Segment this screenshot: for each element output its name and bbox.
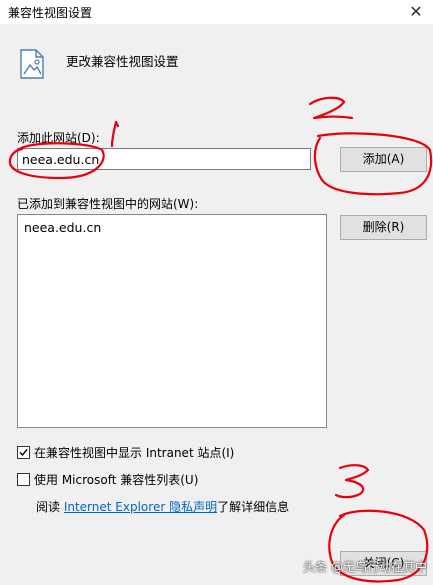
privacy-prefix: 阅读 xyxy=(36,500,64,514)
annotation-number-3 xyxy=(334,464,370,499)
watermark: 头条 @无鸟行动在其中 xyxy=(303,560,427,574)
title-bar: 兼容性视图设置 ✕ xyxy=(0,0,433,24)
annotation-number-1 xyxy=(110,120,120,148)
header-title: 更改兼容性视图设置 xyxy=(66,54,179,69)
window-title: 兼容性视图设置 xyxy=(8,6,93,20)
document-image-icon xyxy=(18,48,46,80)
checkmark-icon xyxy=(19,449,28,457)
intranet-checkbox-label[interactable]: 在兼容性视图中显示 Intranet 站点(I) xyxy=(34,444,234,461)
ms-list-checkbox-label[interactable]: 使用 Microsoft 兼容性列表(U) xyxy=(34,471,198,488)
annotation-number-2 xyxy=(308,96,354,120)
remove-button[interactable]: 删除(R) xyxy=(340,215,427,240)
privacy-suffix: 了解详细信息 xyxy=(217,500,290,514)
site-listbox[interactable]: neea.edu.cn xyxy=(17,214,327,428)
privacy-text: 阅读 Internet Explorer 隐私声明了解详细信息 xyxy=(36,498,289,515)
add-site-label: 添加此网站(D): xyxy=(17,131,100,145)
site-list-label: 已添加到兼容性视图中的网站(W): xyxy=(17,197,199,211)
add-button[interactable]: 添加(A) xyxy=(340,147,427,172)
close-icon[interactable]: ✕ xyxy=(405,0,427,24)
list-item[interactable]: neea.edu.cn xyxy=(24,220,101,235)
ms-list-checkbox[interactable] xyxy=(17,473,30,486)
add-site-input[interactable]: neea.edu.cn xyxy=(17,148,311,170)
intranet-checkbox[interactable] xyxy=(17,446,30,459)
privacy-link[interactable]: Internet Explorer 隐私声明 xyxy=(64,500,217,514)
